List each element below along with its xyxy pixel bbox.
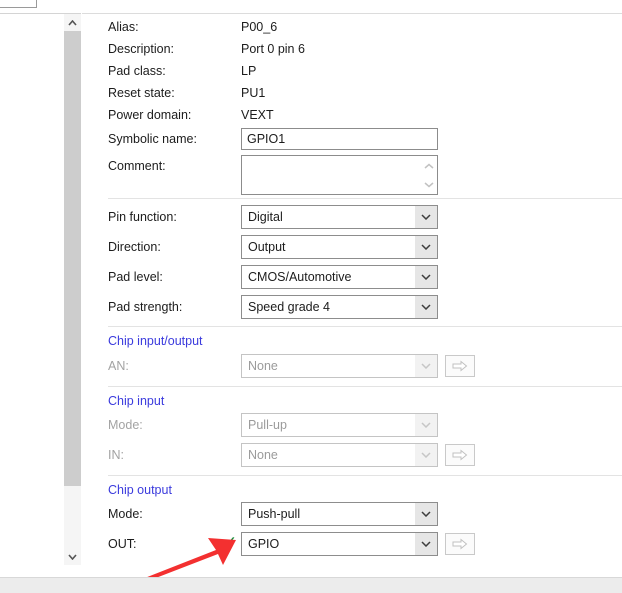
chip-output-mode-combobox[interactable]: Push-pull bbox=[241, 502, 438, 526]
an-combobox: None bbox=[241, 354, 438, 378]
scroll-down-button[interactable] bbox=[64, 548, 81, 565]
info-row-pad-class: Pad class: LP bbox=[82, 60, 622, 82]
in-value: None bbox=[248, 448, 278, 462]
an-go-button bbox=[445, 355, 475, 377]
out-combobox[interactable]: GPIO bbox=[241, 532, 438, 556]
an-value: None bbox=[248, 359, 278, 373]
divider-4 bbox=[108, 475, 622, 476]
info-row-reset-state: Reset state: PU1 bbox=[82, 82, 622, 104]
direction-value: Output bbox=[248, 240, 286, 254]
comment-label: Comment: bbox=[108, 159, 166, 173]
info-row-power-domain: Power domain: VEXT bbox=[82, 104, 622, 126]
chevron-down-icon bbox=[68, 553, 77, 560]
direction-label: Direction: bbox=[108, 240, 161, 254]
chip-output-mode-label: Mode: bbox=[108, 507, 143, 521]
reset-state-label: Reset state: bbox=[108, 86, 175, 100]
divider-2 bbox=[108, 326, 622, 327]
chevron-up-icon bbox=[424, 163, 434, 169]
pad-level-value: CMOS/Automotive bbox=[248, 270, 352, 284]
pin-properties-panel: Alias: P00_6 Description: Port 0 pin 6 P… bbox=[82, 0, 622, 578]
chip-input-mode-value: Pull-up bbox=[248, 418, 287, 432]
chevron-down-icon bbox=[415, 355, 437, 377]
pad-level-label: Pad level: bbox=[108, 270, 163, 284]
description-value: Port 0 pin 6 bbox=[241, 42, 305, 56]
in-go-button bbox=[445, 444, 475, 466]
comment-textarea[interactable] bbox=[241, 155, 438, 195]
chip-output-mode-value: Push-pull bbox=[248, 507, 301, 521]
pad-strength-value: Speed grade 4 bbox=[248, 300, 331, 314]
pad-strength-label: Pad strength: bbox=[108, 300, 183, 314]
divider-1 bbox=[108, 198, 622, 199]
pin-function-combobox[interactable]: Digital bbox=[241, 205, 438, 229]
pin-function-value: Digital bbox=[248, 210, 283, 224]
chevron-down-icon[interactable] bbox=[415, 206, 437, 228]
chevron-down-icon bbox=[415, 414, 437, 436]
arrow-right-icon bbox=[452, 449, 468, 461]
alias-value: P00_6 bbox=[241, 20, 278, 34]
info-row-alias: Alias: P00_6 bbox=[82, 16, 622, 38]
pad-class-value: LP bbox=[241, 64, 257, 78]
info-row-description: Description: Port 0 pin 6 bbox=[82, 38, 622, 60]
window-fragment bbox=[0, 0, 37, 8]
power-domain-label: Power domain: bbox=[108, 108, 192, 122]
arrow-right-icon bbox=[452, 360, 468, 372]
vertical-scrollbar[interactable] bbox=[64, 14, 81, 565]
chevron-down-icon[interactable] bbox=[415, 236, 437, 258]
chevron-down-icon bbox=[415, 444, 437, 466]
chevron-down-icon bbox=[424, 181, 434, 187]
symbolic-name-input[interactable] bbox=[241, 128, 438, 150]
comment-scroll-spinner[interactable] bbox=[421, 156, 437, 194]
direction-combobox[interactable]: Output bbox=[241, 235, 438, 259]
divider-3 bbox=[108, 386, 622, 387]
pad-strength-combobox[interactable]: Speed grade 4 bbox=[241, 295, 438, 319]
chip-input-output-heading: Chip input/output bbox=[108, 334, 203, 348]
pin-function-label: Pin function: bbox=[108, 210, 177, 224]
reset-state-value: PU1 bbox=[241, 86, 266, 100]
pad-level-combobox[interactable]: CMOS/Automotive bbox=[241, 265, 438, 289]
arrow-right-icon bbox=[452, 538, 468, 550]
alias-label: Alias: bbox=[108, 20, 139, 34]
chevron-down-icon[interactable] bbox=[415, 533, 437, 555]
scroll-up-button[interactable] bbox=[64, 14, 81, 31]
chip-input-mode-label: Mode: bbox=[108, 418, 143, 432]
out-value: GPIO bbox=[248, 537, 280, 551]
in-combobox: None bbox=[241, 443, 438, 467]
chevron-down-icon[interactable] bbox=[415, 266, 437, 288]
panel-top-divider bbox=[82, 13, 622, 14]
chip-input-mode-combobox: Pull-up bbox=[241, 413, 438, 437]
chip-output-heading: Chip output bbox=[108, 483, 172, 497]
an-label: AN: bbox=[108, 359, 129, 373]
in-label: IN: bbox=[108, 448, 124, 462]
symbolic-name-label: Symbolic name: bbox=[108, 132, 197, 146]
power-domain-value: VEXT bbox=[241, 108, 274, 122]
chevron-down-icon[interactable] bbox=[415, 503, 437, 525]
bottom-status-strip bbox=[0, 578, 622, 593]
chip-input-heading: Chip input bbox=[108, 394, 165, 408]
chevron-up-icon bbox=[68, 19, 77, 26]
chevron-down-icon[interactable] bbox=[415, 296, 437, 318]
scrollbar-thumb[interactable] bbox=[64, 31, 81, 486]
out-go-button[interactable] bbox=[445, 533, 475, 555]
pad-class-label: Pad class: bbox=[108, 64, 166, 78]
description-label: Description: bbox=[108, 42, 174, 56]
